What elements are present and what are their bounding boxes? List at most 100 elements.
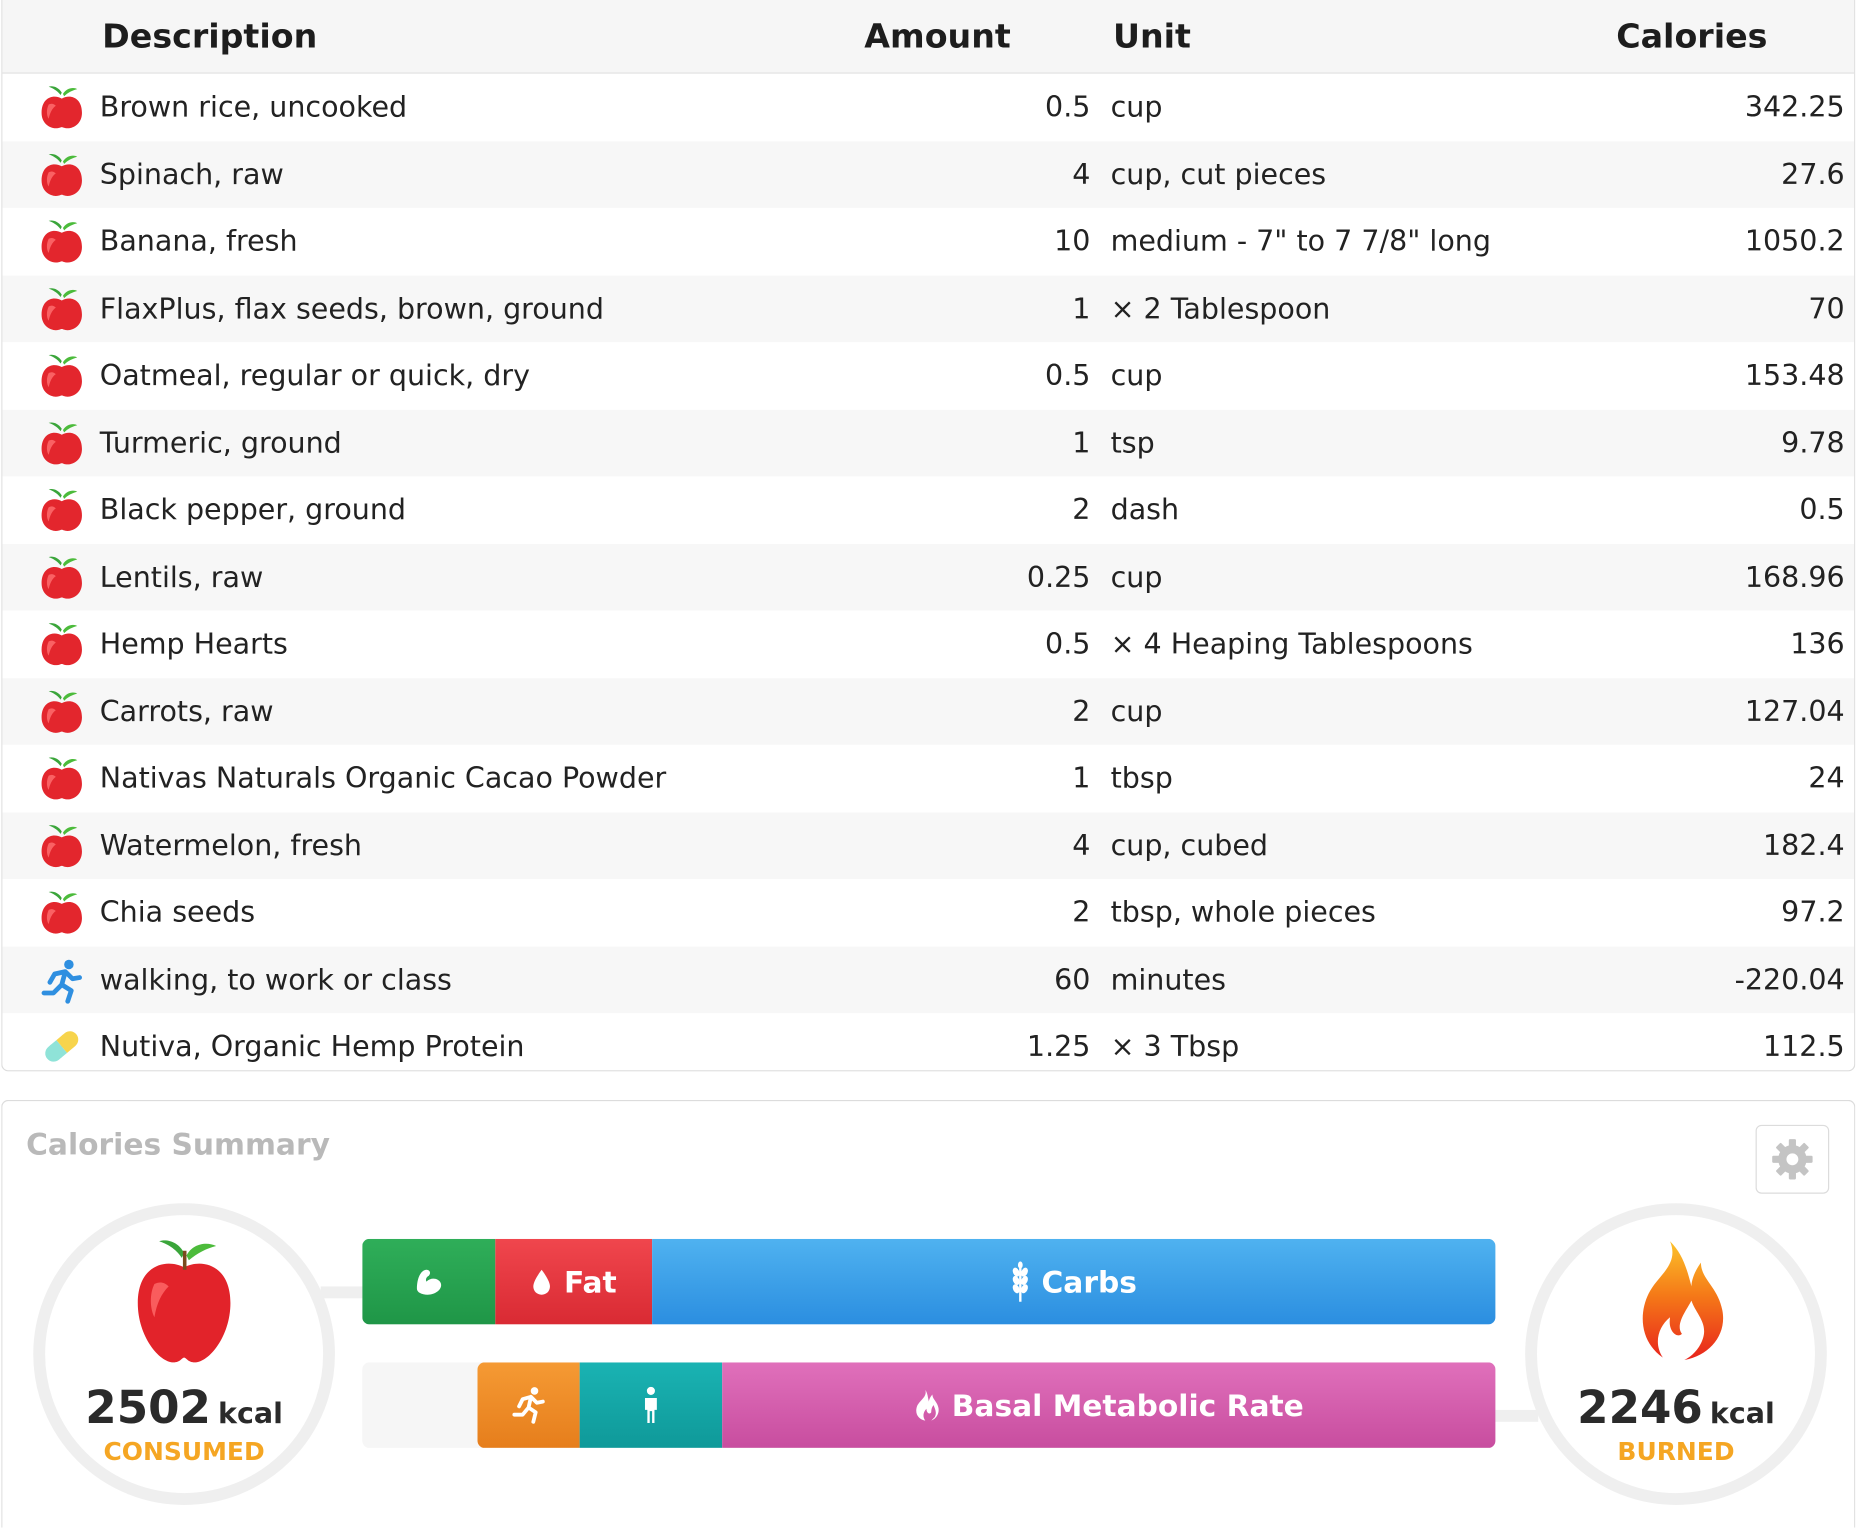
table-row[interactable]: Nativas Naturals Organic Cacao Powder 1 tb… xyxy=(2,745,1854,812)
row-description[interactable]: walking, to work or class xyxy=(100,946,452,1013)
table-row[interactable]: walking, to work or class 60 minutes -220.0… xyxy=(2,946,1855,1014)
row-unit: medium - 7" to 7 7/8" long xyxy=(1110,224,1491,258)
running-person-icon xyxy=(512,1387,545,1424)
row-amount: 2 xyxy=(1072,492,1091,527)
table-row[interactable]: Nutiva, Organic Hemp Protein 1.25 × 3 Tbsp… xyxy=(2,1013,1854,1070)
table-row[interactable]: Brown rice, uncooked 0.5 cup 342.25 xyxy=(2,74,1854,141)
burned-circle: 2246 kcal BURNED xyxy=(1525,1203,1827,1505)
row-description[interactable]: Banana, fresh xyxy=(100,208,298,275)
row-calories: 97.2 xyxy=(1781,895,1845,929)
apple-icon xyxy=(38,553,86,601)
row-description[interactable]: Chia seeds xyxy=(100,879,255,946)
settings-button[interactable] xyxy=(1755,1124,1830,1194)
consumed-circle: 2502 kcal CONSUMED xyxy=(33,1203,335,1505)
table-row[interactable]: Spinach, raw 4 cup, cut pieces 27.6 xyxy=(2,140,1855,208)
burned-connector xyxy=(1495,1409,1539,1422)
row-calories: 136 xyxy=(1790,627,1845,661)
table-row[interactable]: Oatmeal, regular or quick, dry 0.5 cup 153.… xyxy=(2,342,1854,409)
row-description[interactable]: Watermelon, fresh xyxy=(100,812,362,879)
table-row[interactable]: Turmeric, ground 1 tsp 9.78 xyxy=(2,409,1855,477)
row-amount: 60 xyxy=(1054,962,1091,996)
table-row[interactable]: Carrots, raw 2 cup 127.04 xyxy=(2,677,1855,745)
summary-title: Calories Summary xyxy=(26,1127,330,1162)
calories-summary-panel: Calories Summary 2502 kcal CONSUMED 2246… xyxy=(1,1099,1856,1528)
bmr-segment[interactable]: Basal Metabolic Rate xyxy=(722,1362,1496,1448)
row-calories: 24 xyxy=(1808,761,1845,795)
protein-segment[interactable] xyxy=(362,1238,496,1325)
table-row[interactable]: Banana, fresh 10 medium - 7" to 7 7/8" lon… xyxy=(2,208,1854,275)
row-amount: 0.25 xyxy=(1026,560,1091,594)
fat-label: Fat xyxy=(563,1264,617,1299)
header-calories[interactable]: Calories xyxy=(1616,0,1767,72)
row-description[interactable]: Nativas Naturals Organic Cacao Powder xyxy=(100,745,666,812)
apple-icon xyxy=(38,821,86,869)
row-calories: 342.25 xyxy=(1744,90,1845,124)
row-amount: 0.5 xyxy=(1045,358,1091,392)
row-description[interactable]: Brown rice, uncooked xyxy=(100,74,407,141)
apple-icon xyxy=(38,83,86,131)
consumed-connector xyxy=(320,1286,364,1299)
row-calories: 9.78 xyxy=(1781,425,1845,460)
row-description[interactable]: Spinach, raw xyxy=(100,141,284,208)
running-person-icon xyxy=(38,956,86,1004)
consumed-kcal: 2502 kcal xyxy=(45,1381,323,1433)
row-amount: 1 xyxy=(1072,425,1091,460)
tef-segment[interactable] xyxy=(579,1362,723,1448)
apple-icon xyxy=(38,888,86,936)
fat-segment[interactable]: Fat xyxy=(495,1238,653,1325)
header-description[interactable]: Description xyxy=(102,0,317,72)
row-unit: tbsp, whole pieces xyxy=(1110,895,1376,929)
row-amount: 10 xyxy=(1054,224,1091,258)
apple-icon xyxy=(38,620,86,668)
row-unit: tbsp xyxy=(1110,761,1173,795)
apple-icon xyxy=(38,687,86,735)
row-calories: 168.96 xyxy=(1744,560,1845,594)
table-row[interactable]: Hemp Hearts 0.5 × 4 Heaping Tablespoons 136 xyxy=(2,611,1854,678)
row-amount: 1 xyxy=(1072,291,1091,325)
row-unit: cup xyxy=(1110,694,1163,728)
header-amount[interactable]: Amount xyxy=(864,0,1011,72)
row-amount: 1 xyxy=(1072,761,1091,795)
row-calories: 112.5 xyxy=(1763,1029,1845,1064)
consumed-macros-bar: Fat Carbs xyxy=(362,1238,1496,1325)
row-description[interactable]: Turmeric, ground xyxy=(100,409,342,476)
table-row[interactable]: Watermelon, fresh 4 cup, cubed 182.4 xyxy=(2,811,1855,879)
burned-unit: kcal xyxy=(1709,1396,1775,1431)
table-row[interactable]: FlaxPlus, flax seeds, brown, ground 1 × 2 … xyxy=(2,274,1855,343)
row-calories: 27.6 xyxy=(1781,157,1845,191)
flame-icon xyxy=(916,1389,940,1421)
row-description[interactable]: Hemp Hearts xyxy=(100,611,288,678)
table-row[interactable]: Chia seeds 2 tbsp, whole pieces 97.2 xyxy=(2,879,1854,946)
drop-icon xyxy=(533,1269,550,1295)
food-log-table: Description Amount Unit Calories Brown r… xyxy=(1,0,1856,1072)
row-description[interactable]: Oatmeal, regular or quick, dry xyxy=(100,342,530,409)
row-calories: 1050.2 xyxy=(1744,224,1845,258)
row-description[interactable]: Nutiva, Organic Hemp Protein xyxy=(100,1013,525,1070)
row-calories: 182.4 xyxy=(1763,828,1845,862)
row-unit: cup, cubed xyxy=(1110,828,1269,862)
row-amount: 2 xyxy=(1072,895,1091,929)
row-calories: 127.04 xyxy=(1744,694,1845,728)
header-unit[interactable]: Unit xyxy=(1113,0,1191,72)
row-description[interactable]: Black pepper, ground xyxy=(100,476,406,543)
flexed-arm-icon xyxy=(416,1269,442,1295)
table-row[interactable]: Black pepper, ground 2 dash 0.5 xyxy=(2,476,1854,543)
flame-icon xyxy=(1642,1241,1724,1361)
row-calories: 70 xyxy=(1808,291,1845,325)
apple-icon xyxy=(38,419,86,467)
apple-icon xyxy=(38,284,86,332)
row-amount: 2 xyxy=(1072,694,1091,728)
apple-icon xyxy=(38,352,86,400)
row-description[interactable]: Carrots, raw xyxy=(100,678,274,745)
row-calories: 0.5 xyxy=(1799,492,1845,527)
exercise-segment[interactable] xyxy=(477,1362,580,1448)
bmr-label: Basal Metabolic Rate xyxy=(951,1387,1304,1423)
row-unit: cup xyxy=(1110,560,1163,594)
row-unit: cup xyxy=(1110,90,1163,124)
table-row[interactable]: Lentils, raw 0.25 cup 168.96 xyxy=(2,543,1855,611)
carbs-label: Carbs xyxy=(1041,1264,1137,1299)
row-calories: -220.04 xyxy=(1734,962,1845,996)
row-description[interactable]: FlaxPlus, flax seeds, brown, ground xyxy=(100,275,604,342)
row-description[interactable]: Lentils, raw xyxy=(100,543,263,610)
carbs-segment[interactable]: Carbs xyxy=(652,1238,1496,1325)
